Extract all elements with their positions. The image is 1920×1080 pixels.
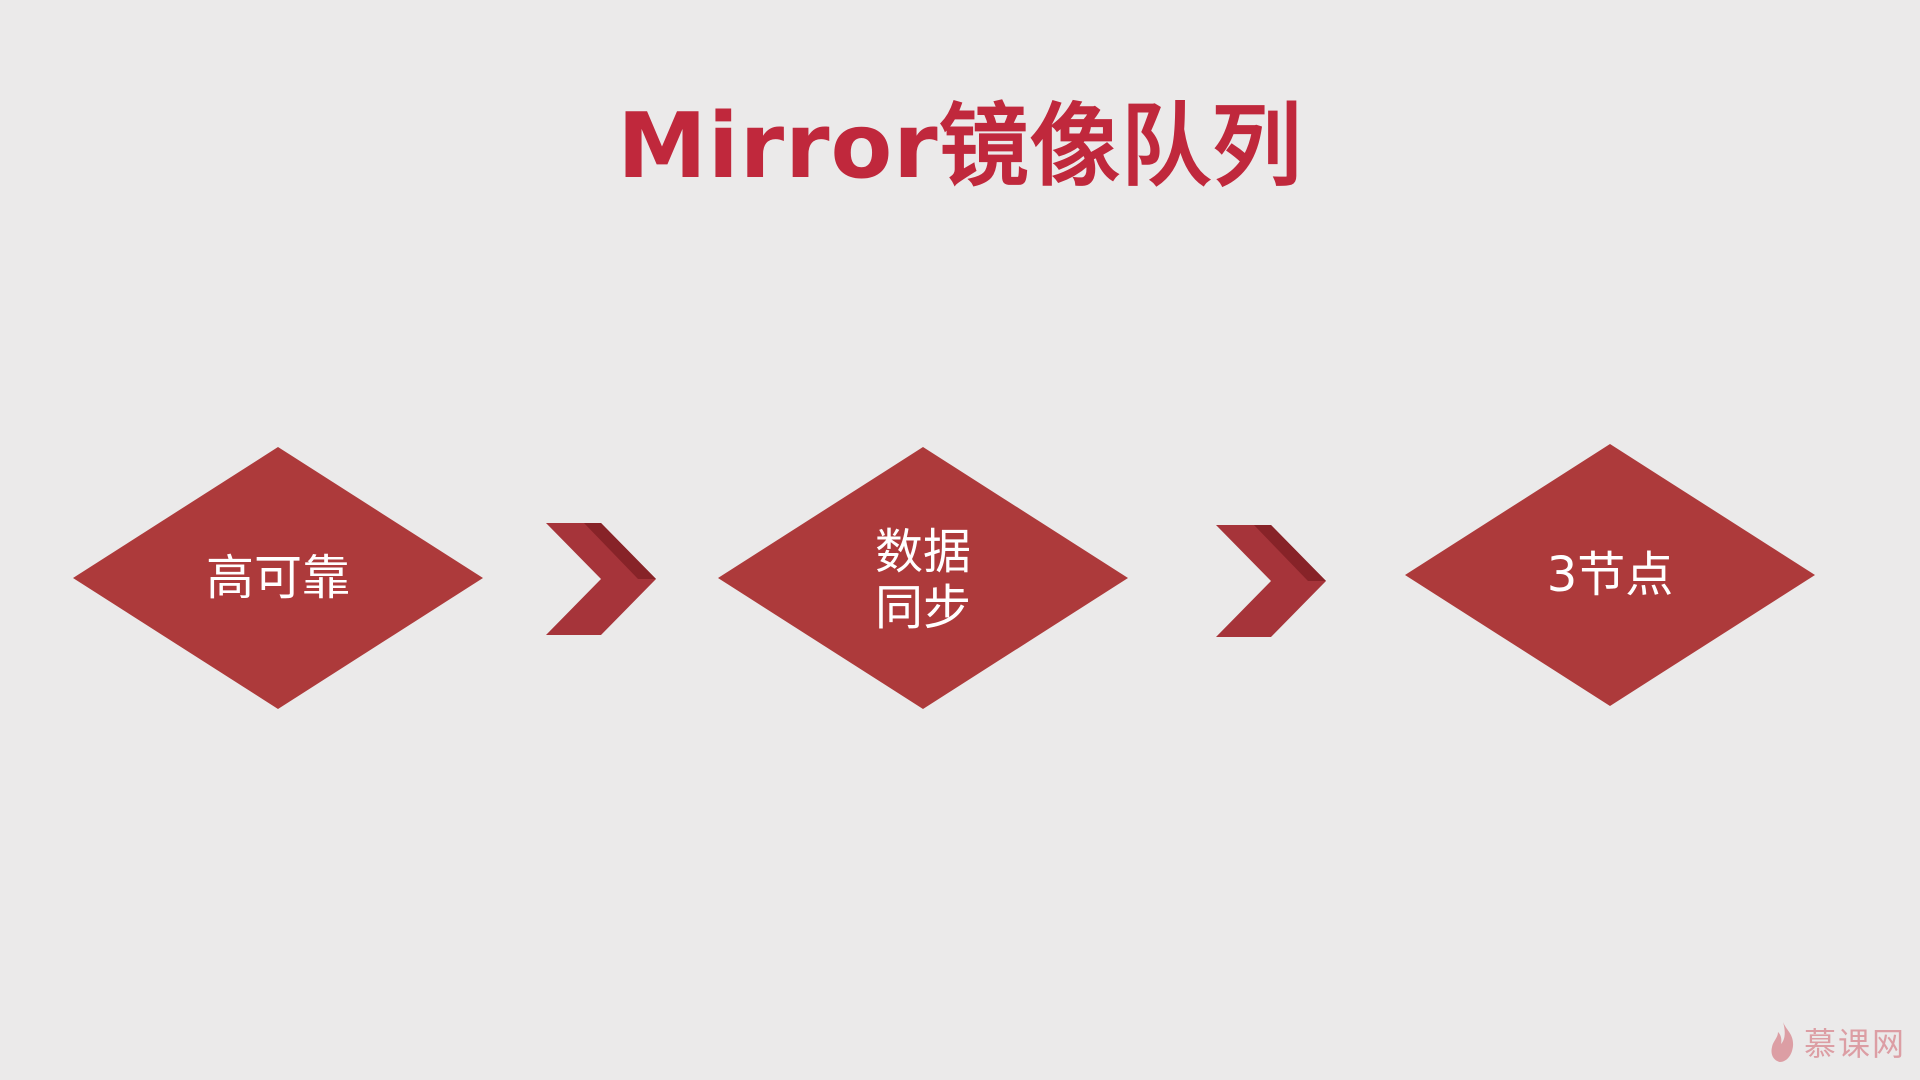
step-three-nodes: 3节点: [1405, 444, 1815, 706]
step-label: 高可靠: [205, 550, 350, 606]
step-data-sync: 数据 同步: [718, 447, 1128, 709]
step-high-reliability: 高可靠: [73, 447, 483, 709]
flame-icon: [1771, 1022, 1794, 1062]
slide-title: Mirror镜像队列: [617, 94, 1303, 199]
chevron-right-icon: [546, 523, 656, 635]
step-label: 3节点: [1546, 547, 1674, 603]
step-label: 数据 同步: [874, 524, 971, 636]
chevron-right-icon: [1216, 525, 1326, 637]
slide: Mirror镜像队列 高可靠 数据 同步 3节点 慕课网: [0, 0, 1920, 1080]
watermark: 慕课网: [1768, 1016, 1906, 1068]
watermark-text: 慕课网: [1803, 1025, 1906, 1063]
